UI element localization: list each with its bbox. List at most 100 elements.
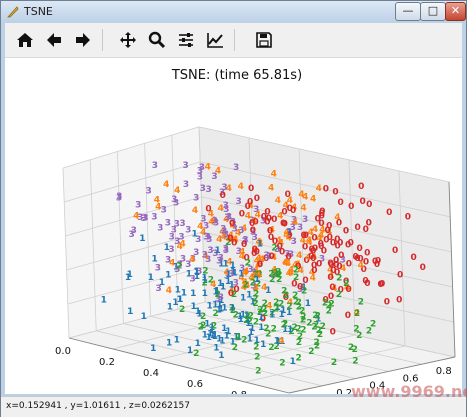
data-point-digit-3: 3	[157, 224, 163, 234]
data-point-digit-0: 0	[397, 271, 403, 281]
data-point-digit-3: 3	[238, 226, 244, 236]
navigation-toolbar	[5, 23, 462, 58]
minimize-button[interactable]: —	[395, 2, 421, 21]
data-point-digit-0: 0	[396, 296, 402, 306]
maximize-button[interactable]: □	[420, 2, 446, 21]
data-point-digit-2: 2	[358, 297, 364, 307]
data-point-digit-1: 1	[141, 312, 147, 322]
toolbar-separator	[234, 29, 235, 51]
data-point-digit-3: 3	[185, 260, 191, 270]
home-button[interactable]	[13, 28, 37, 52]
data-point-digit-0: 0	[316, 260, 322, 270]
toolbar-separator	[102, 29, 103, 51]
data-point-digit-4: 4	[268, 183, 274, 193]
data-point-digit-1: 1	[165, 270, 171, 280]
data-point-digit-2: 2	[320, 322, 326, 332]
data-point-digit-0: 0	[280, 219, 286, 229]
data-point-digit-2: 2	[231, 290, 237, 300]
data-point-digit-3: 3	[235, 197, 241, 207]
data-point-digit-0: 0	[328, 260, 334, 270]
data-point-digit-0: 0	[336, 262, 342, 272]
data-point-digit-0: 0	[386, 208, 392, 218]
data-point-digit-4: 4	[312, 225, 318, 235]
data-point-digit-1: 1	[254, 275, 260, 285]
data-point-digit-4: 4	[166, 286, 172, 296]
tsne-3d-scatter-plot[interactable]: 0.00.20.40.60.81.00.00.20.40.60.81.00.00…	[5, 58, 462, 394]
data-point-digit-1: 1	[196, 309, 202, 319]
data-point-digit-3: 3	[178, 233, 184, 243]
data-point-digit-0: 0	[309, 245, 315, 255]
data-point-digit-2: 2	[255, 367, 261, 377]
data-point-digit-0: 0	[337, 198, 343, 208]
forward-button[interactable]	[71, 28, 95, 52]
data-point-digit-0: 0	[343, 227, 349, 237]
data-point-digit-3: 3	[218, 293, 224, 303]
pan-icon	[120, 32, 136, 48]
data-point-digit-1: 1	[238, 270, 244, 280]
data-point-digit-2: 2	[253, 343, 259, 353]
edit-axis-icon	[207, 33, 223, 48]
close-button[interactable]: ✕	[445, 2, 466, 21]
data-point-digit-0: 0	[254, 194, 260, 204]
data-point-digit-0: 0	[420, 263, 426, 273]
data-point-digit-3: 3	[151, 213, 157, 223]
data-point-digit-1: 1	[219, 337, 225, 347]
data-point-digit-3: 3	[152, 161, 158, 171]
pan-button[interactable]	[116, 28, 140, 52]
chart-title: TSNE: (time 65.81s)	[171, 68, 302, 83]
data-point-digit-1: 1	[245, 319, 251, 329]
data-point-digit-1: 1	[258, 313, 264, 323]
figure-window-client: 0.00.20.40.60.81.00.00.20.40.60.81.00.00…	[5, 23, 462, 394]
data-point-digit-0: 0	[220, 191, 226, 201]
data-point-digit-4: 4	[316, 184, 322, 194]
data-point-digit-0: 0	[348, 239, 354, 249]
data-point-digit-0: 0	[356, 244, 362, 254]
data-point-digit-2: 2	[275, 270, 281, 280]
data-point-digit-0: 0	[332, 188, 338, 198]
data-point-digit-1: 1	[139, 234, 145, 244]
data-point-digit-4: 4	[275, 196, 281, 206]
edit-axis-button[interactable]	[203, 28, 227, 52]
data-point-digit-0: 0	[329, 283, 335, 293]
data-point-digit-2: 2	[331, 358, 337, 368]
data-point-digit-0: 0	[227, 234, 233, 244]
data-point-digit-0: 0	[392, 246, 398, 256]
data-point-digit-0: 0	[285, 252, 291, 262]
x-tick-label: 0.2	[99, 357, 115, 368]
data-point-digit-1: 1	[247, 335, 253, 345]
data-point-digit-1: 1	[164, 243, 170, 253]
data-point-digit-2: 2	[242, 281, 248, 291]
title-bar[interactable]: TSNE — □ ✕	[1, 1, 466, 23]
data-point-digit-0: 0	[248, 184, 254, 194]
data-point-digit-2: 2	[282, 320, 288, 330]
data-point-digit-0: 0	[327, 273, 333, 283]
subplots-button[interactable]	[174, 28, 198, 52]
data-point-digit-1: 1	[194, 272, 200, 282]
figure-canvas[interactable]: 0.00.20.40.60.81.00.00.20.40.60.81.00.00…	[5, 58, 462, 394]
data-point-digit-3: 3	[193, 248, 199, 258]
data-point-digit-3: 3	[203, 222, 209, 232]
zoom-button[interactable]	[145, 28, 169, 52]
data-point-digit-0: 0	[354, 223, 360, 233]
data-point-digit-0: 0	[330, 239, 336, 249]
data-point-digit-3: 3	[145, 187, 151, 197]
data-point-digit-0: 0	[336, 218, 342, 228]
data-point-digit-1: 1	[190, 302, 196, 312]
data-point-digit-2: 2	[299, 307, 305, 317]
data-point-digit-3: 3	[182, 161, 188, 171]
back-button[interactable]	[42, 28, 66, 52]
data-point-digit-3: 3	[205, 233, 211, 243]
data-point-digit-2: 2	[291, 323, 297, 333]
save-button[interactable]	[252, 28, 276, 52]
data-point-digit-2: 2	[176, 262, 182, 272]
data-point-digit-2: 2	[193, 349, 199, 359]
data-point-digit-0: 0	[239, 210, 245, 220]
data-point-digit-0: 0	[323, 185, 329, 195]
data-point-digit-3: 3	[252, 233, 258, 243]
data-point-digit-0: 0	[366, 200, 372, 210]
x-tick-label: 0.6	[187, 379, 203, 390]
data-point-digit-0: 0	[271, 215, 277, 225]
subplots-icon	[179, 33, 193, 47]
data-point-digit-3: 3	[202, 250, 208, 260]
data-point-digit-4: 4	[238, 182, 244, 192]
